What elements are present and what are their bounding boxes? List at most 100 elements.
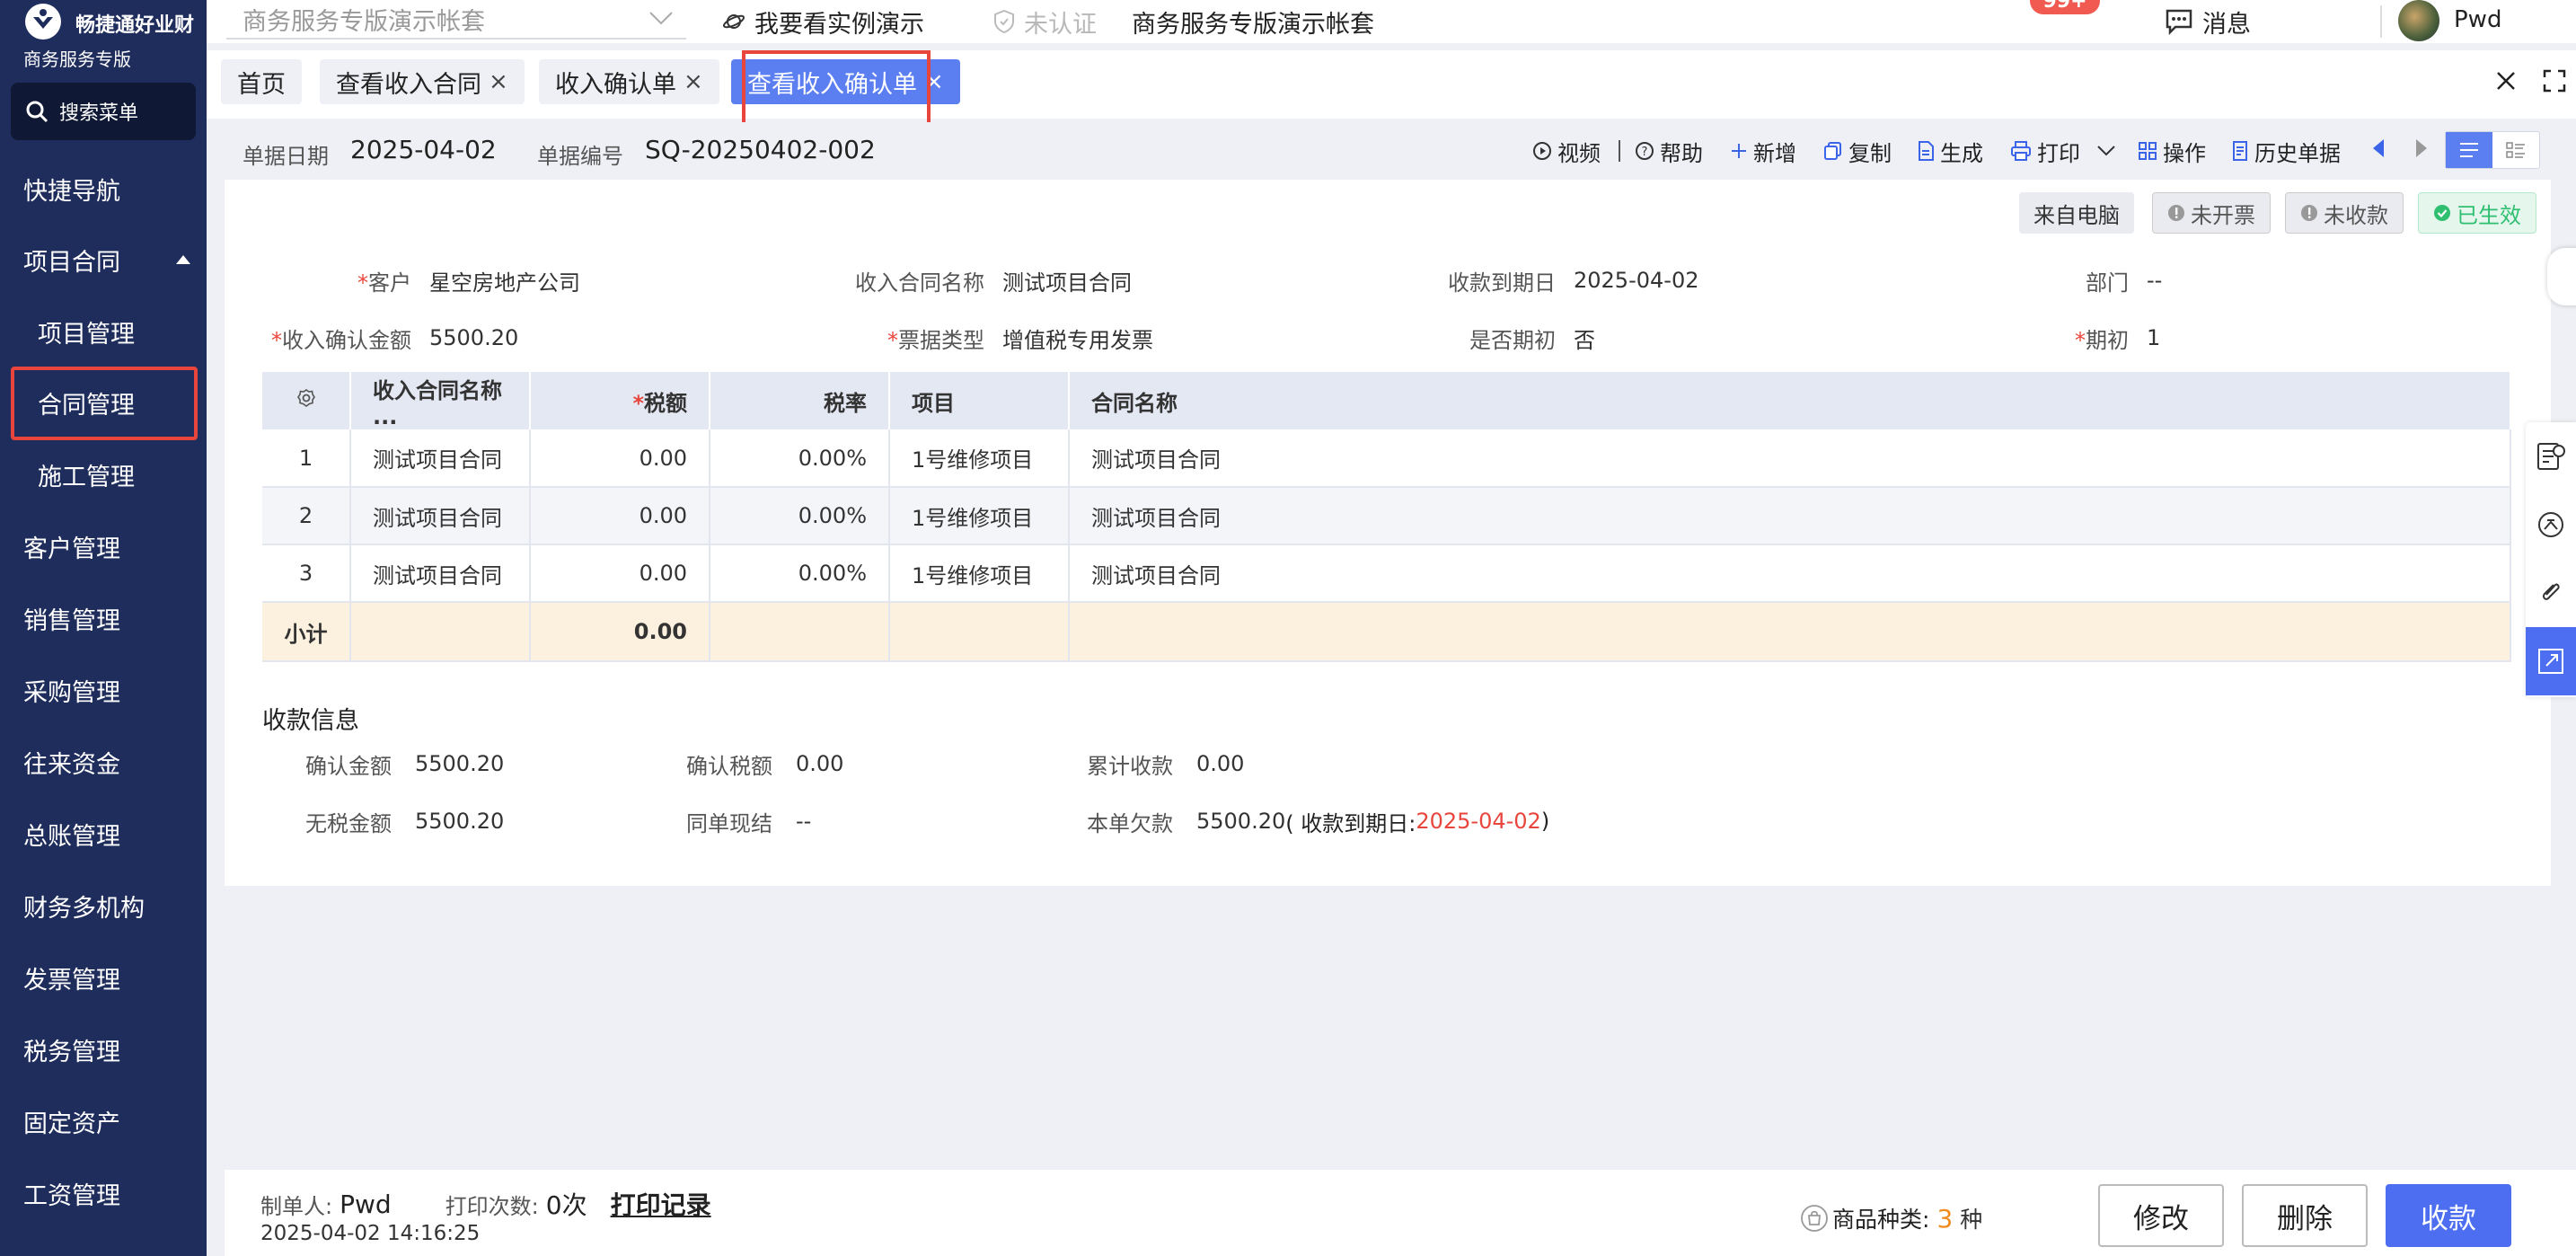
initial-period-label: *期初	[2075, 327, 2129, 353]
payment-net-amount: 无税金额 5500.20	[305, 809, 505, 836]
close-icon[interactable]: ×	[684, 68, 703, 95]
chevron-up-icon	[176, 255, 190, 264]
nav-purchase-management[interactable]: 采购管理	[0, 657, 207, 723]
column-settings[interactable]	[262, 372, 351, 429]
subtotal-empty	[889, 602, 1070, 662]
history-button[interactable]: 历史单据	[2231, 135, 2341, 167]
nav-project-management[interactable]: 项目管理	[0, 298, 207, 365]
audit-log-icon[interactable]	[2526, 422, 2576, 491]
cell-tax: 0.00	[530, 487, 710, 545]
expand-view-icon[interactable]	[2526, 627, 2576, 695]
tab-view-income-contract[interactable]: 查看收入合同 ×	[320, 59, 525, 104]
nav-label: 项目管理	[38, 320, 135, 349]
column-header-project[interactable]: 项目	[889, 372, 1070, 429]
chevron-down-icon	[649, 12, 673, 25]
close-icon[interactable]: ×	[489, 68, 508, 95]
created-timestamp: 2025-04-02 14:16:25	[260, 1222, 481, 1245]
highlight-box	[11, 367, 198, 440]
view-toggle[interactable]	[2445, 131, 2540, 169]
edit-button[interactable]: 修改	[2098, 1184, 2224, 1247]
nav-invoice-management[interactable]: 发票管理	[0, 944, 207, 1011]
payment-owed: 本单欠款 5500.20( 收款到期日: 2025-04-02 )	[1087, 809, 1550, 836]
is-initial-value: 否	[1574, 327, 1595, 353]
tab-home[interactable]: 首页	[221, 59, 302, 104]
department-label: 部门	[2086, 270, 2129, 296]
cell-contract: 测试项目合同	[350, 429, 531, 488]
customer-value: 星空房地产公司	[429, 270, 580, 296]
add-button[interactable]: 新增	[1730, 135, 1796, 167]
nav-construction-management[interactable]: 施工管理	[0, 441, 207, 508]
cell-rate: 0.00%	[710, 487, 890, 545]
subtotal-tax: 0.00	[530, 602, 710, 662]
column-header-rate[interactable]: 税率	[710, 372, 890, 429]
nav-funds[interactable]: 往来资金	[0, 729, 207, 795]
card-view-icon[interactable]	[2492, 132, 2539, 168]
print-count-value: 0次	[545, 1190, 587, 1220]
tab-label: 查看收入合同	[336, 70, 481, 99]
table-row[interactable]: 1 测试项目合同 0.00 0.00% 1号维修项目 测试项目合同	[262, 429, 2511, 488]
help-button[interactable]: ? 帮助	[1635, 135, 1703, 167]
nav-general-ledger[interactable]: 总账管理	[0, 800, 207, 867]
nav-multi-org-finance[interactable]: 财务多机构	[0, 872, 207, 939]
generate-button[interactable]: 生成	[1917, 135, 1983, 167]
nav-customer-management[interactable]: 客户管理	[0, 513, 207, 579]
is-initial-label: 是否期初	[1469, 327, 1556, 353]
unverified-badge[interactable]: 未认证	[993, 0, 1097, 43]
collect-payment-button[interactable]: 收款	[2386, 1184, 2511, 1247]
right-dock	[2526, 422, 2576, 697]
due-date-label: 收款到期日	[1448, 270, 1556, 296]
nav-tax-management[interactable]: 税务管理	[0, 1016, 207, 1083]
bill-type-label: *票据类型	[887, 327, 984, 353]
video-button[interactable]: 视频	[1532, 135, 1601, 167]
source-tag: 来自电脑	[2019, 192, 2134, 234]
operate-button[interactable]: 操作	[2138, 135, 2206, 167]
delete-button[interactable]: 删除	[2242, 1184, 2368, 1247]
user-name[interactable]: Pwd	[2454, 0, 2501, 40]
messages-button[interactable]: 消息	[2165, 0, 2251, 43]
search-menu-button[interactable]: 搜索菜单	[11, 83, 196, 140]
avatar[interactable]	[2398, 0, 2439, 41]
check-circle-icon	[2434, 205, 2450, 221]
print-button[interactable]: 打印	[2010, 135, 2122, 167]
rate-icon[interactable]	[2526, 491, 2576, 559]
unverified-label: 未认证	[1024, 10, 1097, 39]
operate-label: 操作	[2163, 140, 2206, 166]
demo-link[interactable]: 我要看实例演示	[722, 0, 924, 43]
account-select-value: 商务服务专版演示帐套	[243, 7, 485, 36]
due-date-value: 2025-04-02	[1574, 268, 1699, 293]
nav-sales-management[interactable]: 销售管理	[0, 585, 207, 651]
nav-project-contract[interactable]: 项目合同	[0, 226, 207, 293]
maker-info: 制单人: Pwd 打印次数: 0次 打印记录	[260, 1186, 711, 1222]
print-log-link[interactable]: 打印记录	[611, 1186, 711, 1222]
nav-quick-navigation[interactable]: 快捷导航	[0, 155, 207, 222]
cell-project: 1号维修项目	[889, 544, 1070, 603]
fullscreen-icon[interactable]	[2542, 68, 2567, 93]
row-number: 1	[262, 429, 351, 488]
demo-link-label: 我要看实例演示	[754, 10, 924, 39]
nav-fixed-assets[interactable]: 固定资产	[0, 1088, 207, 1154]
message-icon	[2166, 9, 2192, 35]
copy-button[interactable]: 复制	[1823, 135, 1892, 167]
list-view-icon[interactable]	[2446, 132, 2492, 168]
nav-label: 工资管理	[23, 1181, 120, 1210]
search-icon	[26, 101, 49, 123]
goods-label: 商品种类:	[1832, 1207, 1930, 1233]
previous-arrow-icon[interactable]	[2371, 138, 2386, 158]
tab-income-confirmation[interactable]: 收入确认单 ×	[539, 59, 719, 104]
goods-value: 3	[1936, 1203, 1954, 1234]
tab-label: 收入确认单	[555, 70, 676, 99]
floating-assistant-button[interactable]	[2547, 248, 2576, 305]
account-select[interactable]: 商务服务专版演示帐套	[226, 0, 686, 40]
close-all-tabs-icon[interactable]	[2493, 68, 2519, 93]
next-arrow-icon[interactable]	[2414, 138, 2429, 158]
plus-icon	[1732, 144, 1746, 158]
nav-payroll[interactable]: 工资管理	[0, 1160, 207, 1226]
column-header-contract[interactable]: 收入合同名称 ...	[350, 372, 531, 429]
column-header-contract-name[interactable]: 合同名称	[1069, 372, 2511, 429]
attachment-icon[interactable]	[2526, 559, 2576, 627]
table-row[interactable]: 3 测试项目合同 0.00 0.00% 1号维修项目 测试项目合同	[262, 544, 2511, 603]
cell-contract: 测试项目合同	[350, 487, 531, 545]
column-header-tax[interactable]: *税额	[530, 372, 710, 429]
table-row[interactable]: 2 测试项目合同 0.00 0.00% 1号维修项目 测试项目合同	[262, 487, 2511, 545]
nav-label: 施工管理	[38, 463, 135, 491]
